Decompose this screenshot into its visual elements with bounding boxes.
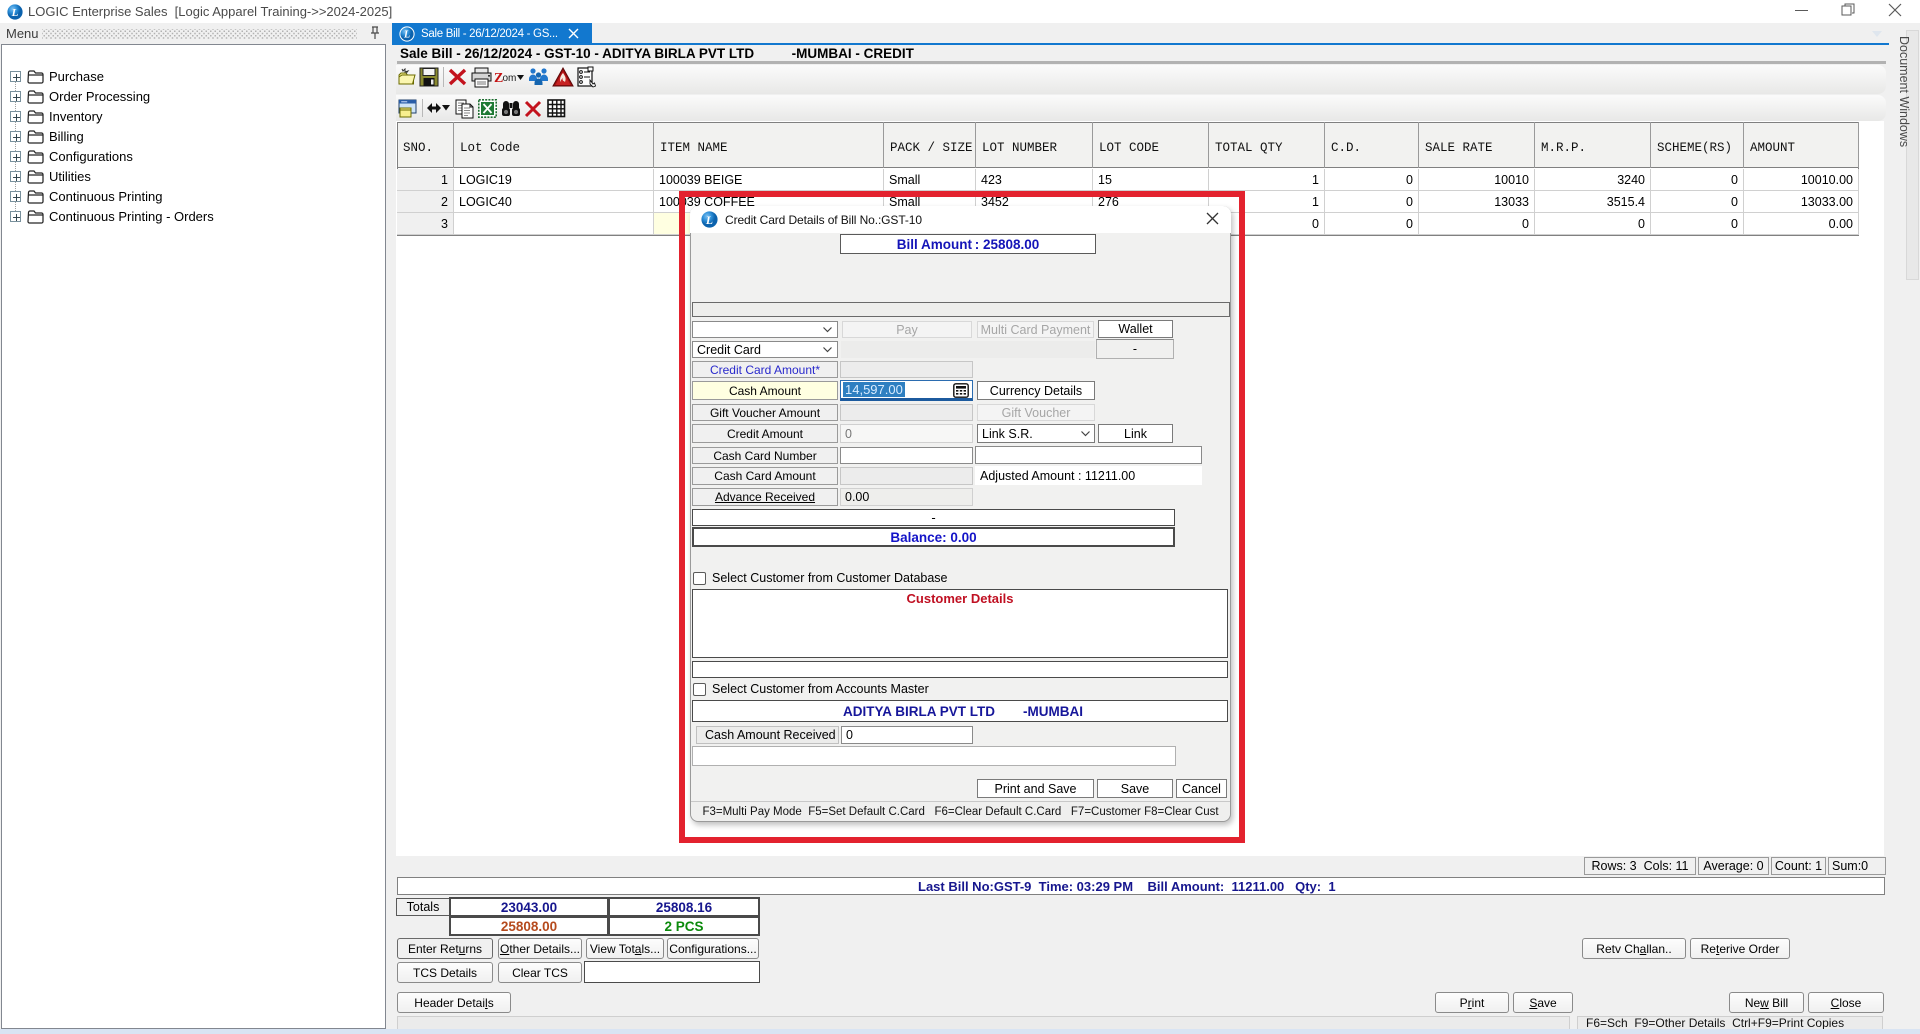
svg-text:om: om <box>503 73 517 84</box>
svg-text:L: L <box>11 7 19 19</box>
svg-text:L: L <box>403 30 410 41</box>
